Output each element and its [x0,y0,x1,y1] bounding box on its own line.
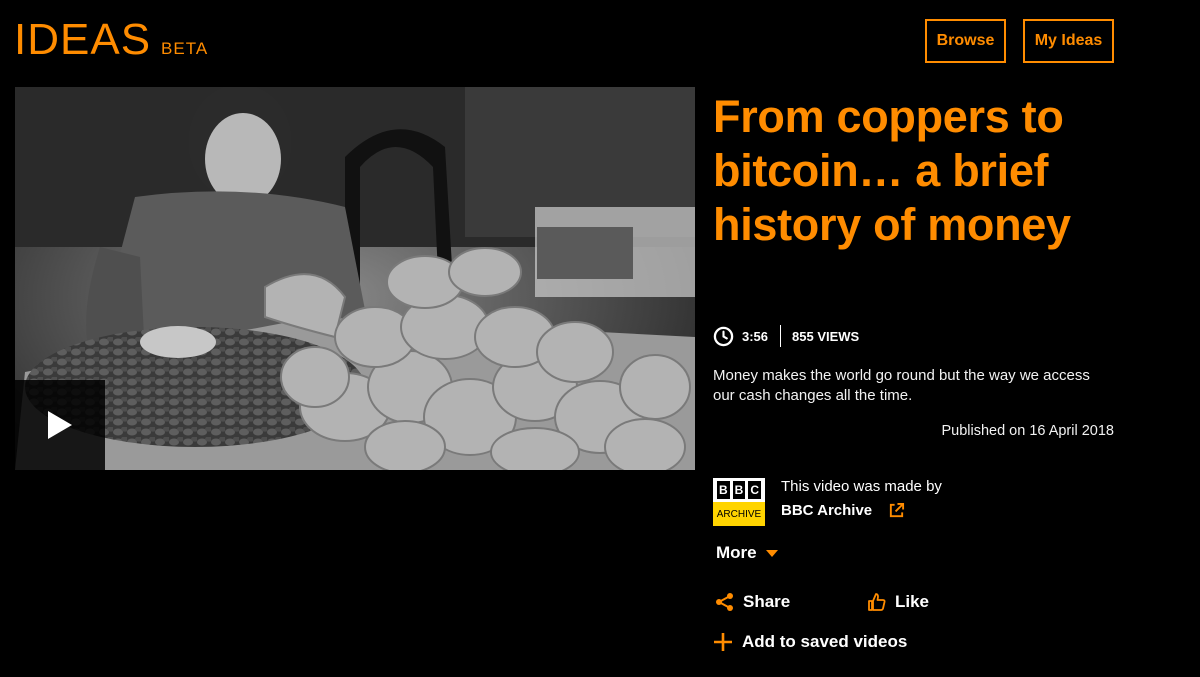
meta-divider [780,325,782,347]
published-date: Published on 16 April 2018 [941,423,1114,439]
logo-text: IDEAS [14,15,152,64]
plus-icon [714,633,732,651]
made-by-label: This video was made by [781,478,942,495]
made-by-link[interactable]: BBC Archive [781,502,905,519]
video-thumbnail [15,87,695,470]
video-duration: 3:56 [742,328,769,344]
beta-badge: BETA [161,39,209,58]
play-button[interactable] [15,380,105,470]
more-label: More [716,543,757,562]
share-label: Share [743,592,791,611]
thumbs-up-icon [868,593,886,611]
video-meta: 3:56 855 VIEWS [713,325,859,347]
view-count: 855 VIEWS [792,328,860,344]
save-label: Add to saved videos [742,632,908,651]
bbc-letters: B B C [713,478,765,502]
more-toggle[interactable]: More [716,543,778,563]
bbc-letter: B [732,481,746,499]
like-button[interactable]: Like [867,592,929,612]
video-description: Money makes the world go round but the w… [713,367,1090,404]
chevron-down-icon [765,549,778,557]
bbc-letter: C [748,481,762,499]
play-icon [48,411,72,439]
bbc-letter: B [717,481,730,499]
share-button[interactable]: Share [715,592,790,612]
bbc-archive-logo: B B C ARCHIVE [713,478,765,526]
save-video-button[interactable]: Add to saved videos [712,631,907,653]
external-link-icon [890,502,905,518]
like-label: Like [895,592,930,611]
my-ideas-button[interactable]: My Ideas [1023,19,1114,63]
share-icon [716,593,733,611]
browse-button[interactable]: Browse [925,19,1006,63]
archive-band: ARCHIVE [713,502,765,526]
made-by-name: BBC Archive [781,502,873,519]
video-player[interactable] [15,87,695,470]
clock-icon [713,326,734,346]
site-logo[interactable]: IDEAS BETA [14,18,208,62]
video-title: From coppers to bitcoin… a brief history… [713,91,1071,250]
